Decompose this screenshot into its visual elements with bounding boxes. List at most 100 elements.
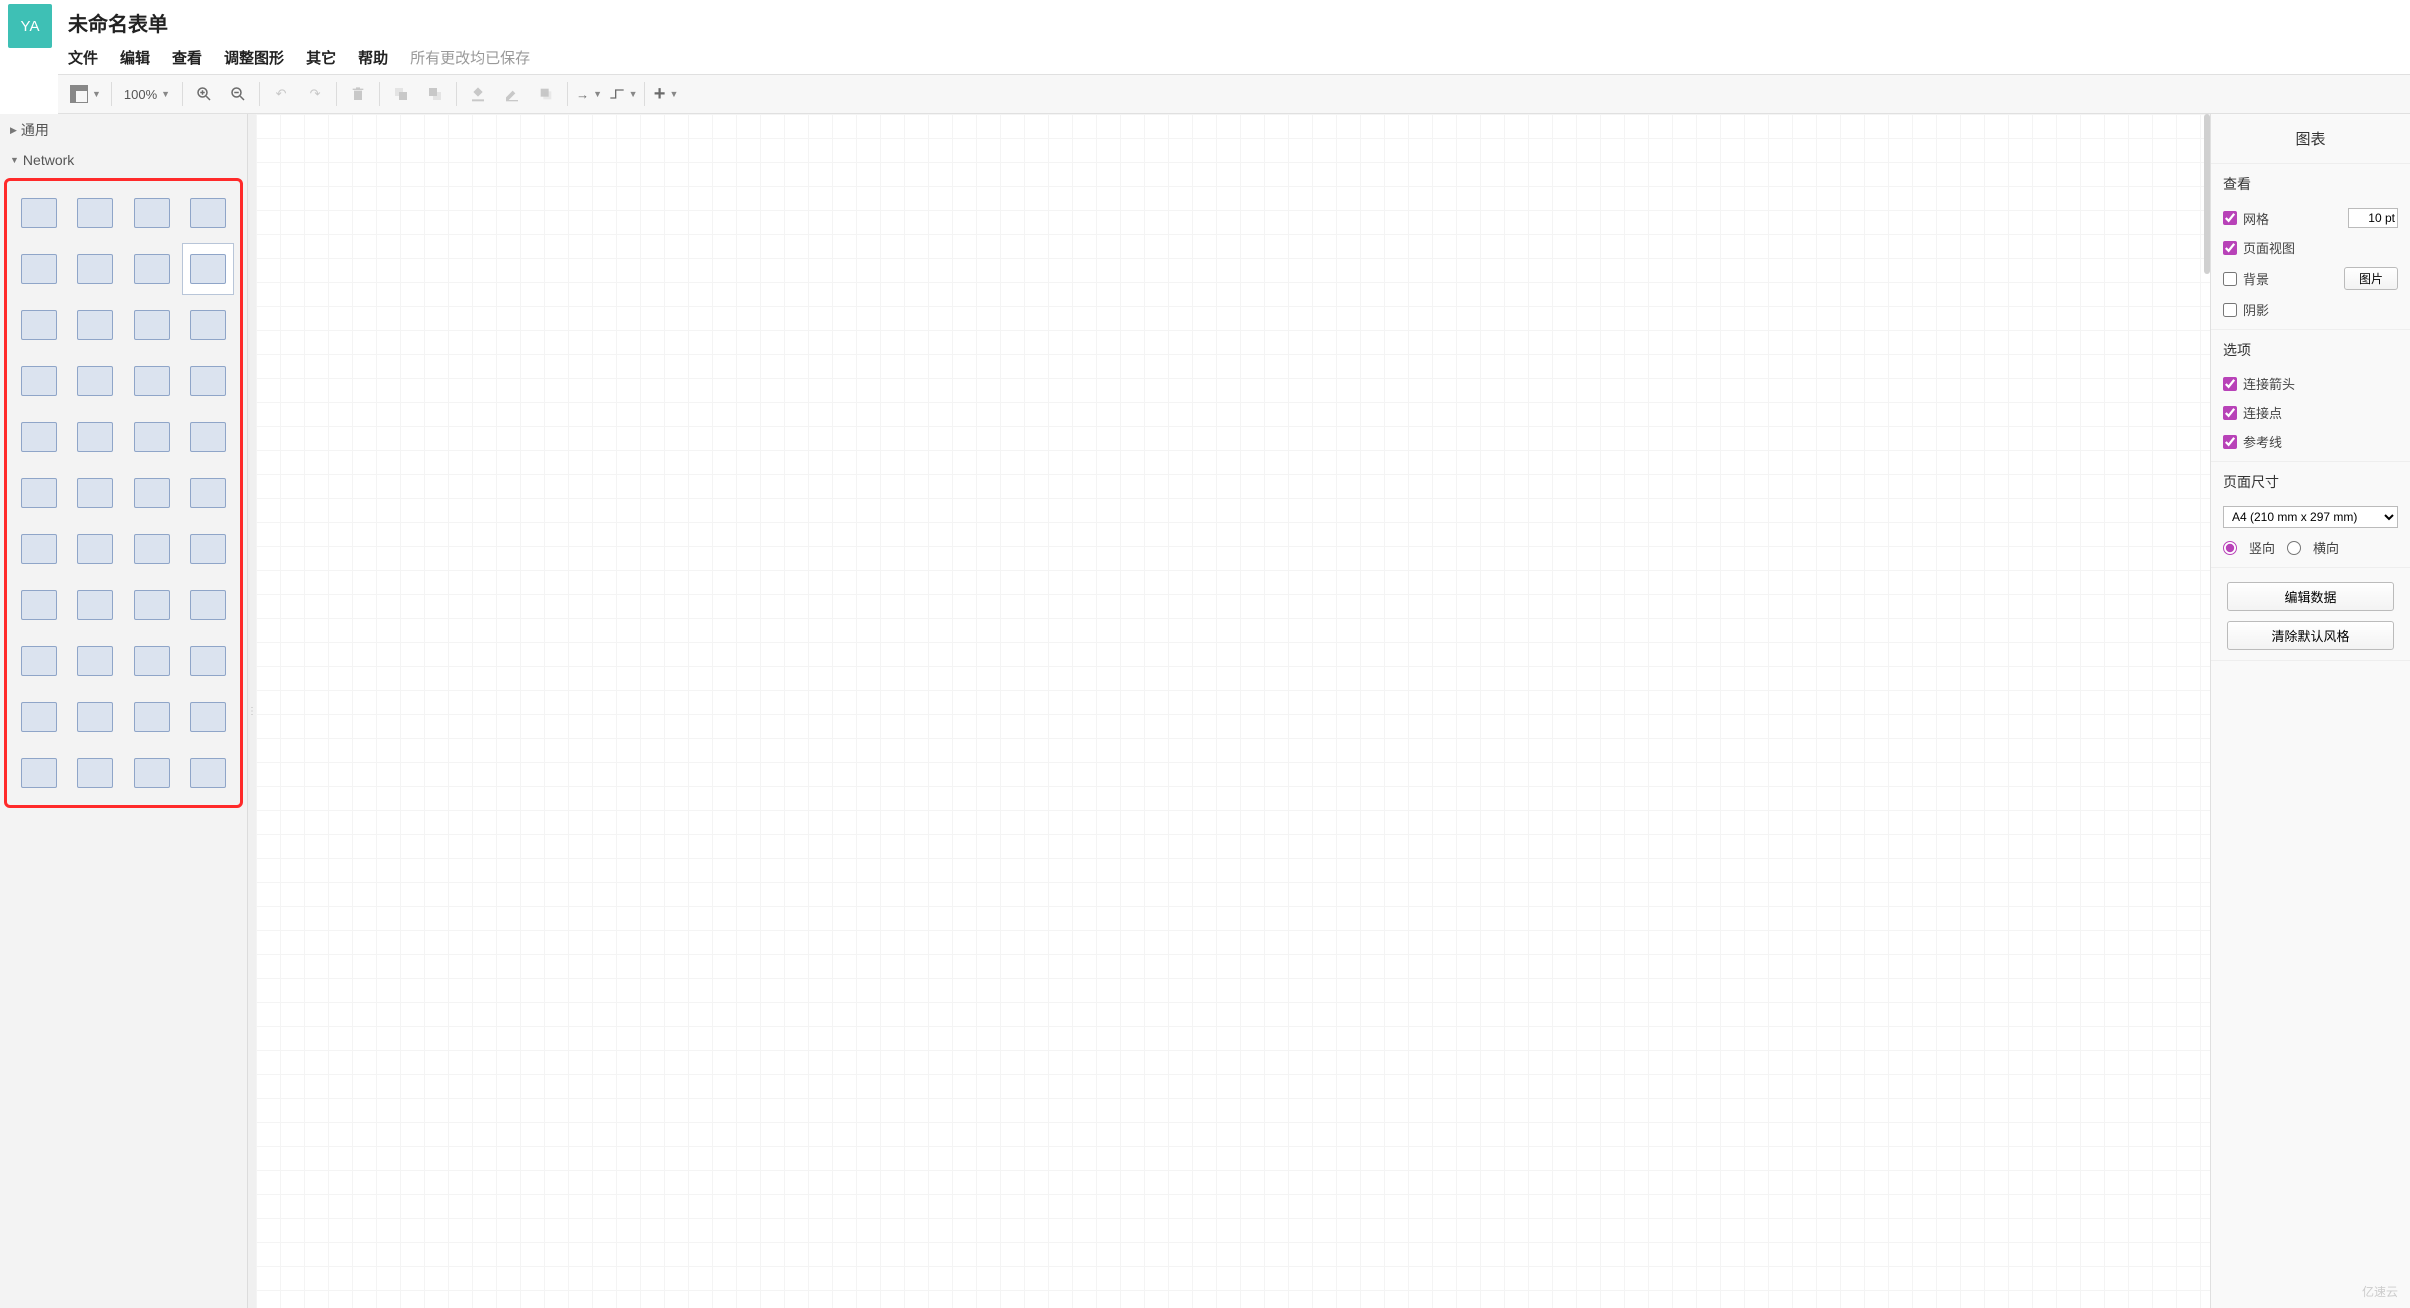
shape-scanner[interactable]	[182, 635, 234, 687]
shape-nas[interactable]	[182, 467, 234, 519]
edit-data-button[interactable]: 编辑数据	[2227, 582, 2394, 611]
shape-mainframe2[interactable]	[69, 579, 121, 631]
section-network[interactable]: ▼Network	[0, 146, 247, 174]
shape-switch[interactable]	[126, 747, 178, 799]
menu-format[interactable]: 调整图形	[224, 47, 284, 68]
page-layout-button[interactable]: ▼	[64, 85, 107, 103]
shape-tower[interactable]	[182, 299, 234, 351]
shape-phone[interactable]	[13, 467, 65, 519]
connection-points-checkbox[interactable]	[2223, 406, 2237, 420]
shape-modem[interactable]	[69, 467, 121, 519]
shape-firewall[interactable]	[69, 355, 121, 407]
shape-bus[interactable]	[69, 187, 121, 239]
canvas-area[interactable]	[256, 114, 2210, 1308]
shape-hub[interactable]	[69, 747, 121, 799]
menu-edit[interactable]: 编辑	[120, 47, 150, 68]
shape-storage[interactable]	[13, 523, 65, 575]
clear-default-style-button[interactable]: 清除默认风格	[2227, 621, 2394, 650]
dish-icon	[134, 646, 170, 676]
shape-kvm[interactable]	[69, 411, 121, 463]
undo-icon[interactable]: ↶	[264, 79, 298, 109]
document-title[interactable]: 未命名表单	[68, 4, 530, 41]
shape-router[interactable]	[13, 635, 65, 687]
landscape-radio[interactable]	[2287, 541, 2301, 555]
shape-sun[interactable]	[13, 187, 65, 239]
insert-icon[interactable]: +▼	[649, 79, 683, 109]
user-avatar[interactable]: YA	[8, 4, 52, 48]
shape-laptop[interactable]	[13, 411, 65, 463]
shape-tablet[interactable]	[182, 747, 234, 799]
menu-view[interactable]: 查看	[172, 47, 202, 68]
shape-gamepad[interactable]	[126, 355, 178, 407]
shape-fax[interactable]	[182, 523, 234, 575]
menu-file[interactable]: 文件	[68, 47, 98, 68]
portrait-radio[interactable]	[2223, 541, 2237, 555]
shape-satellite[interactable]	[69, 635, 121, 687]
server2-icon	[190, 702, 226, 732]
shape-office[interactable]	[182, 243, 234, 295]
menu-extras[interactable]: 其它	[306, 47, 336, 68]
image-button[interactable]: 图片	[2344, 267, 2398, 290]
splitter-handle[interactable]: ⋮	[248, 114, 256, 1308]
shape-db[interactable]	[13, 747, 65, 799]
shape-device[interactable]	[182, 355, 234, 407]
fill-color-icon[interactable]	[461, 79, 495, 109]
shape-lock[interactable]	[13, 691, 65, 743]
shape-rack-half[interactable]	[182, 411, 234, 463]
nas-icon	[190, 478, 226, 508]
page-size-select[interactable]: A4 (210 mm x 297 mm)	[2223, 506, 2398, 528]
pc-icon	[134, 310, 170, 340]
guides-checkbox[interactable]	[2223, 435, 2237, 449]
zoom-dropdown[interactable]: 100%▼	[116, 87, 178, 102]
to-back-icon[interactable]	[418, 79, 452, 109]
tablet-icon	[190, 758, 226, 788]
waypoint-style-icon[interactable]: ▼	[606, 79, 640, 109]
shape-camera[interactable]	[69, 691, 121, 743]
shape-disk[interactable]	[13, 355, 65, 407]
drawing-canvas[interactable]	[256, 114, 2210, 1308]
connection-arrows-checkbox[interactable]	[2223, 377, 2237, 391]
shape-mainframe[interactable]	[126, 411, 178, 463]
grid-checkbox[interactable]	[2223, 211, 2237, 225]
shadow-checkbox[interactable]	[2223, 303, 2237, 317]
page-view-label: 页面视图	[2243, 238, 2295, 257]
printer-icon	[21, 590, 57, 620]
zoom-out-icon[interactable]	[221, 79, 255, 109]
line-color-icon[interactable]	[495, 79, 529, 109]
page-view-checkbox[interactable]	[2223, 241, 2237, 255]
shape-rack[interactable]	[126, 579, 178, 631]
shape-buildings[interactable]	[69, 243, 121, 295]
shape-copier[interactable]	[69, 299, 121, 351]
shape-bolt[interactable]	[13, 299, 65, 351]
shape-printer[interactable]	[13, 579, 65, 631]
section-general[interactable]: ▶通用	[0, 114, 247, 146]
copier-icon	[77, 310, 113, 340]
background-checkbox[interactable]	[2223, 272, 2237, 286]
rack-icon	[134, 590, 170, 620]
shape-line[interactable]	[126, 187, 178, 239]
to-front-icon[interactable]	[384, 79, 418, 109]
zoom-in-icon[interactable]	[187, 79, 221, 109]
shape-server2[interactable]	[182, 691, 234, 743]
connection-style-icon[interactable]: →▼	[572, 79, 606, 109]
menu-help[interactable]: 帮助	[358, 47, 388, 68]
grid-size-input[interactable]	[2348, 208, 2398, 228]
hub-icon	[77, 758, 113, 788]
shape-pc[interactable]	[126, 299, 178, 351]
antenna-icon	[190, 590, 226, 620]
shape-lightning[interactable]	[182, 187, 234, 239]
shape-dish[interactable]	[126, 635, 178, 687]
shape-hand[interactable]	[13, 243, 65, 295]
view-heading: 查看	[2223, 174, 2398, 194]
shape-cloud[interactable]	[126, 243, 178, 295]
redo-icon[interactable]: ↷	[298, 79, 332, 109]
shadow-toggle-icon[interactable]	[529, 79, 563, 109]
tower-icon	[190, 310, 226, 340]
format-panel: 图表 查看 网格 页面视图 背景 图片	[2210, 114, 2410, 1308]
shape-workstation[interactable]	[69, 523, 121, 575]
delete-icon[interactable]	[341, 79, 375, 109]
shape-antenna[interactable]	[182, 579, 234, 631]
shape-server1[interactable]	[126, 691, 178, 743]
shape-monitor[interactable]	[126, 467, 178, 519]
shape-telephone[interactable]	[126, 523, 178, 575]
